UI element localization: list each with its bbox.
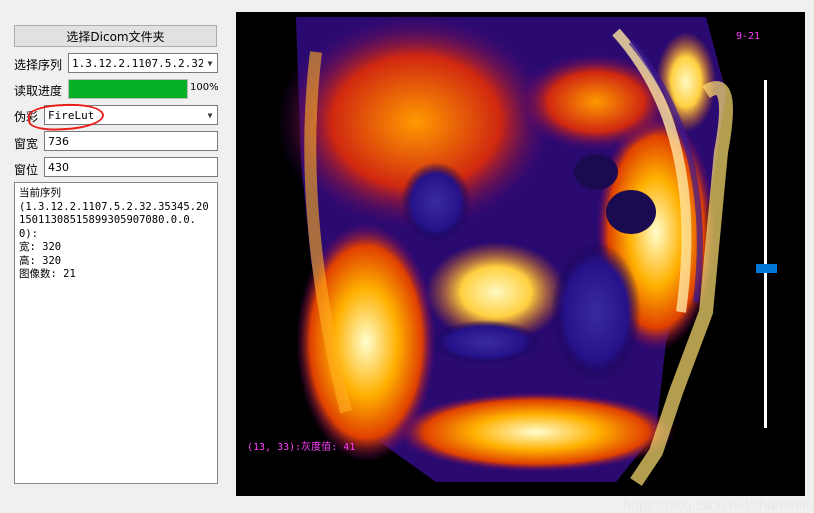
pixel-gray-readout: (13, 33):灰度值: 41: [247, 442, 356, 453]
chevron-down-icon: ▼: [207, 110, 213, 120]
select-dicom-folder-button[interactable]: 选择Dicom文件夹: [14, 25, 217, 47]
red-annotation-circle: [27, 102, 105, 132]
slice-slider-track[interactable]: [764, 80, 767, 428]
progress-percent: 100%: [190, 82, 219, 93]
chevron-down-icon: ▼: [207, 58, 213, 68]
slice-indicator: 9-21: [736, 31, 761, 42]
watermark-text: https://blog.csdn.net/chaoenhu: [623, 497, 814, 513]
window-level-label: 窗位: [14, 163, 39, 177]
progress-fill: [69, 80, 187, 98]
window-width-label: 窗宽: [14, 137, 39, 151]
read-progress-bar: [68, 79, 188, 99]
series-select[interactable]: 1.3.12.2.1107.5.2.32. ▼: [68, 53, 218, 73]
window-level-input[interactable]: 430: [44, 157, 218, 177]
window-width-input[interactable]: 736: [44, 131, 218, 151]
series-info-textbox[interactable]: 当前序列 (1.3.12.2.1107.5.2.32.35345.2015011…: [14, 182, 218, 484]
mri-fire-lut-image: [236, 12, 805, 496]
series-select-value: 1.3.12.2.1107.5.2.32.: [72, 56, 203, 70]
progress-label: 读取进度: [14, 84, 63, 98]
slice-slider-thumb[interactable]: [756, 263, 777, 273]
dicom-image-viewer[interactable]: 9-21 (13, 33):灰度值: 41: [236, 12, 805, 496]
series-label: 选择序列: [14, 58, 63, 72]
